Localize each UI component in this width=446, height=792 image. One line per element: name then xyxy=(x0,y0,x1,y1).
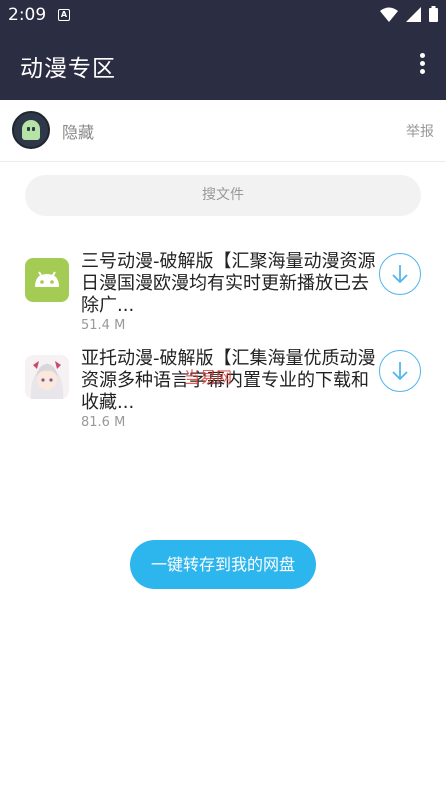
save-to-cloud-button[interactable]: 一键转存到我的网盘 xyxy=(130,540,316,589)
owner-row: 隐藏 举报 xyxy=(0,100,446,162)
more-vertical-icon[interactable] xyxy=(412,50,432,80)
download-button[interactable] xyxy=(379,350,421,392)
battery-icon xyxy=(429,6,438,22)
watermark: 当易网 xyxy=(184,368,233,387)
ghost-icon xyxy=(22,120,40,140)
download-arrow-icon xyxy=(392,265,408,284)
list-item[interactable]: 三号动漫-破解版【汇聚海量动漫资源日漫国漫欧漫均有实时更新播放已去除广... 5… xyxy=(0,251,446,347)
wifi-icon xyxy=(380,7,398,22)
status-time: 2:09 xyxy=(8,5,47,25)
status-icons xyxy=(380,6,438,22)
file-size: 81.6 M xyxy=(81,415,126,430)
report-link[interactable]: 举报 xyxy=(406,121,434,141)
status-bar: 2:09 A xyxy=(0,0,446,30)
list-item[interactable]: 亚托动漫-破解版【汇集海量优质动漫资源多种语言字幕内置专业的下载和收藏... 8… xyxy=(0,348,446,444)
app-bar: 动漫专区 xyxy=(0,30,446,100)
download-button[interactable] xyxy=(379,253,421,295)
file-size: 51.4 M xyxy=(81,318,126,333)
page-title: 动漫专区 xyxy=(20,56,116,82)
search-input[interactable]: 搜文件 xyxy=(25,175,421,216)
signal-icon xyxy=(406,6,421,22)
android-app-icon xyxy=(25,258,69,302)
anime-girl-app-icon xyxy=(25,355,69,399)
a-notification-icon: A xyxy=(58,9,70,21)
file-title[interactable]: 三号动漫-破解版【汇聚海量动漫资源日漫国漫欧漫均有实时更新播放已去除广... xyxy=(81,251,383,317)
download-arrow-icon xyxy=(392,362,408,381)
owner-name[interactable]: 隐藏 xyxy=(62,119,94,143)
avatar[interactable] xyxy=(12,111,50,149)
